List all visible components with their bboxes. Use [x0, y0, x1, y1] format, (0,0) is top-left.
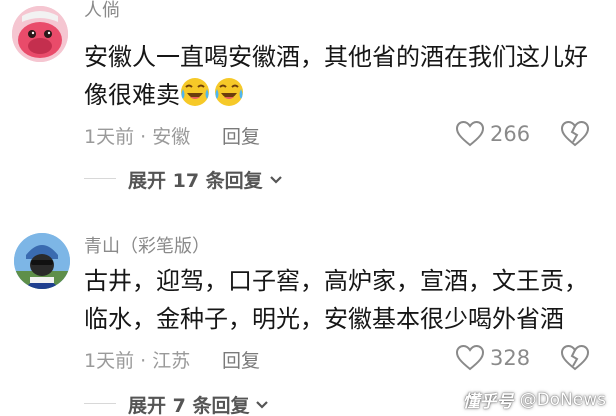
avatar[interactable]: [12, 6, 68, 62]
expand-replies-button[interactable]: 展开 17 条回复: [128, 166, 283, 193]
comment-meta: 1天前 · 安徽: [84, 126, 191, 148]
like-count: 266: [490, 122, 531, 146]
expand-replies-label: 展开 17 条回复: [128, 170, 263, 192]
heart-outline-icon: [456, 121, 484, 147]
divider: [84, 178, 116, 179]
username[interactable]: 人倘: [84, 0, 120, 22]
username[interactable]: 青山（彩笔版）: [84, 232, 210, 258]
like-count: 328: [490, 346, 531, 370]
comment-meta: 1天前 · 江苏: [84, 350, 191, 372]
watermark-logo: 懂乎号: [462, 392, 514, 412]
comment-text: 安徽人一直喝安徽酒，其他省的酒在我们这儿好像很难卖: [84, 43, 588, 109]
dislike-button[interactable]: [560, 120, 590, 148]
expand-replies-button[interactable]: 展开 7 条回复: [128, 391, 269, 416]
laugh-cry-emoji: [180, 77, 210, 107]
heart-outline-icon: [456, 345, 484, 371]
broken-heart-icon: [560, 344, 590, 371]
laugh-cry-emoji: [214, 77, 244, 107]
like-button[interactable]: 328: [456, 344, 530, 372]
like-button[interactable]: 266: [456, 120, 530, 148]
comment-text: 古井，迎驾，口子窖，高炉家，宣酒，文王贡，临水，金种子，明光，安徽基本很少喝外省…: [84, 267, 588, 333]
watermark-handle: @DoNews: [519, 389, 606, 410]
avatar[interactable]: [14, 233, 70, 289]
watermark: 懂乎号 @DoNews: [462, 387, 606, 413]
divider: [84, 403, 116, 404]
comments-page: 人倘 安徽人一直喝安徽酒，其他省的酒在我们这儿好像很难卖 1天前 · 安徽 回复…: [0, 0, 616, 416]
expand-replies-label: 展开 7 条回复: [128, 395, 250, 416]
reply-button[interactable]: 回复: [222, 346, 260, 373]
dislike-button[interactable]: [560, 344, 590, 372]
chevron-down-icon: [269, 175, 282, 184]
chevron-down-icon: [256, 400, 269, 409]
reply-button[interactable]: 回复: [222, 122, 260, 149]
broken-heart-icon: [560, 120, 590, 147]
